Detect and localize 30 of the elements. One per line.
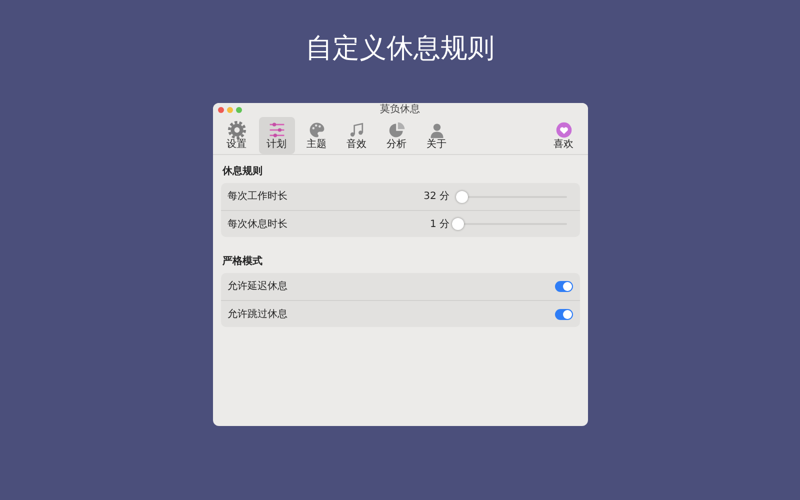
toolbar-tab[interactable]: 计划 (258, 117, 294, 154)
toolbar-tab[interactable]: 喜欢 (546, 117, 582, 154)
section-heading: 休息规则 (221, 164, 264, 179)
palette-icon (308, 121, 326, 139)
slider-thumb[interactable] (456, 190, 468, 202)
toolbar-tab[interactable]: 音效 (338, 117, 374, 154)
toolbar-tab[interactable]: 关于 (418, 117, 454, 154)
toolbar-tab[interactable]: 设置 (218, 117, 254, 154)
heart-badge-icon (554, 121, 572, 139)
window-title: 莫负休息 (380, 103, 420, 117)
slider-value: 1 分 (430, 218, 450, 232)
gear-icon (228, 121, 246, 139)
slider-value: 32 分 (424, 190, 450, 204)
minimize-button[interactable] (226, 107, 232, 113)
page-heading: 自定义休息规则 (304, 32, 496, 66)
section-heading: 严格模式 (222, 254, 264, 269)
toolbar-tab[interactable]: 主题 (298, 117, 334, 154)
setting-label: 允许跳过休息 (228, 308, 288, 322)
toolbar-tab[interactable]: 分析 (378, 117, 414, 154)
sliders-icon (268, 121, 286, 139)
setting-label: 每次休息时长 (228, 218, 288, 232)
music-note-icon (348, 121, 366, 139)
toggle-switch[interactable] (554, 308, 572, 320)
close-button[interactable] (218, 107, 224, 113)
zoom-button[interactable] (236, 107, 242, 113)
slider-thumb[interactable] (452, 218, 464, 230)
setting-label: 允许延迟休息 (228, 280, 288, 294)
pie-chart-icon (388, 121, 406, 139)
toggle-switch[interactable] (554, 281, 572, 292)
setting-label: 每次工作时长 (228, 190, 288, 204)
